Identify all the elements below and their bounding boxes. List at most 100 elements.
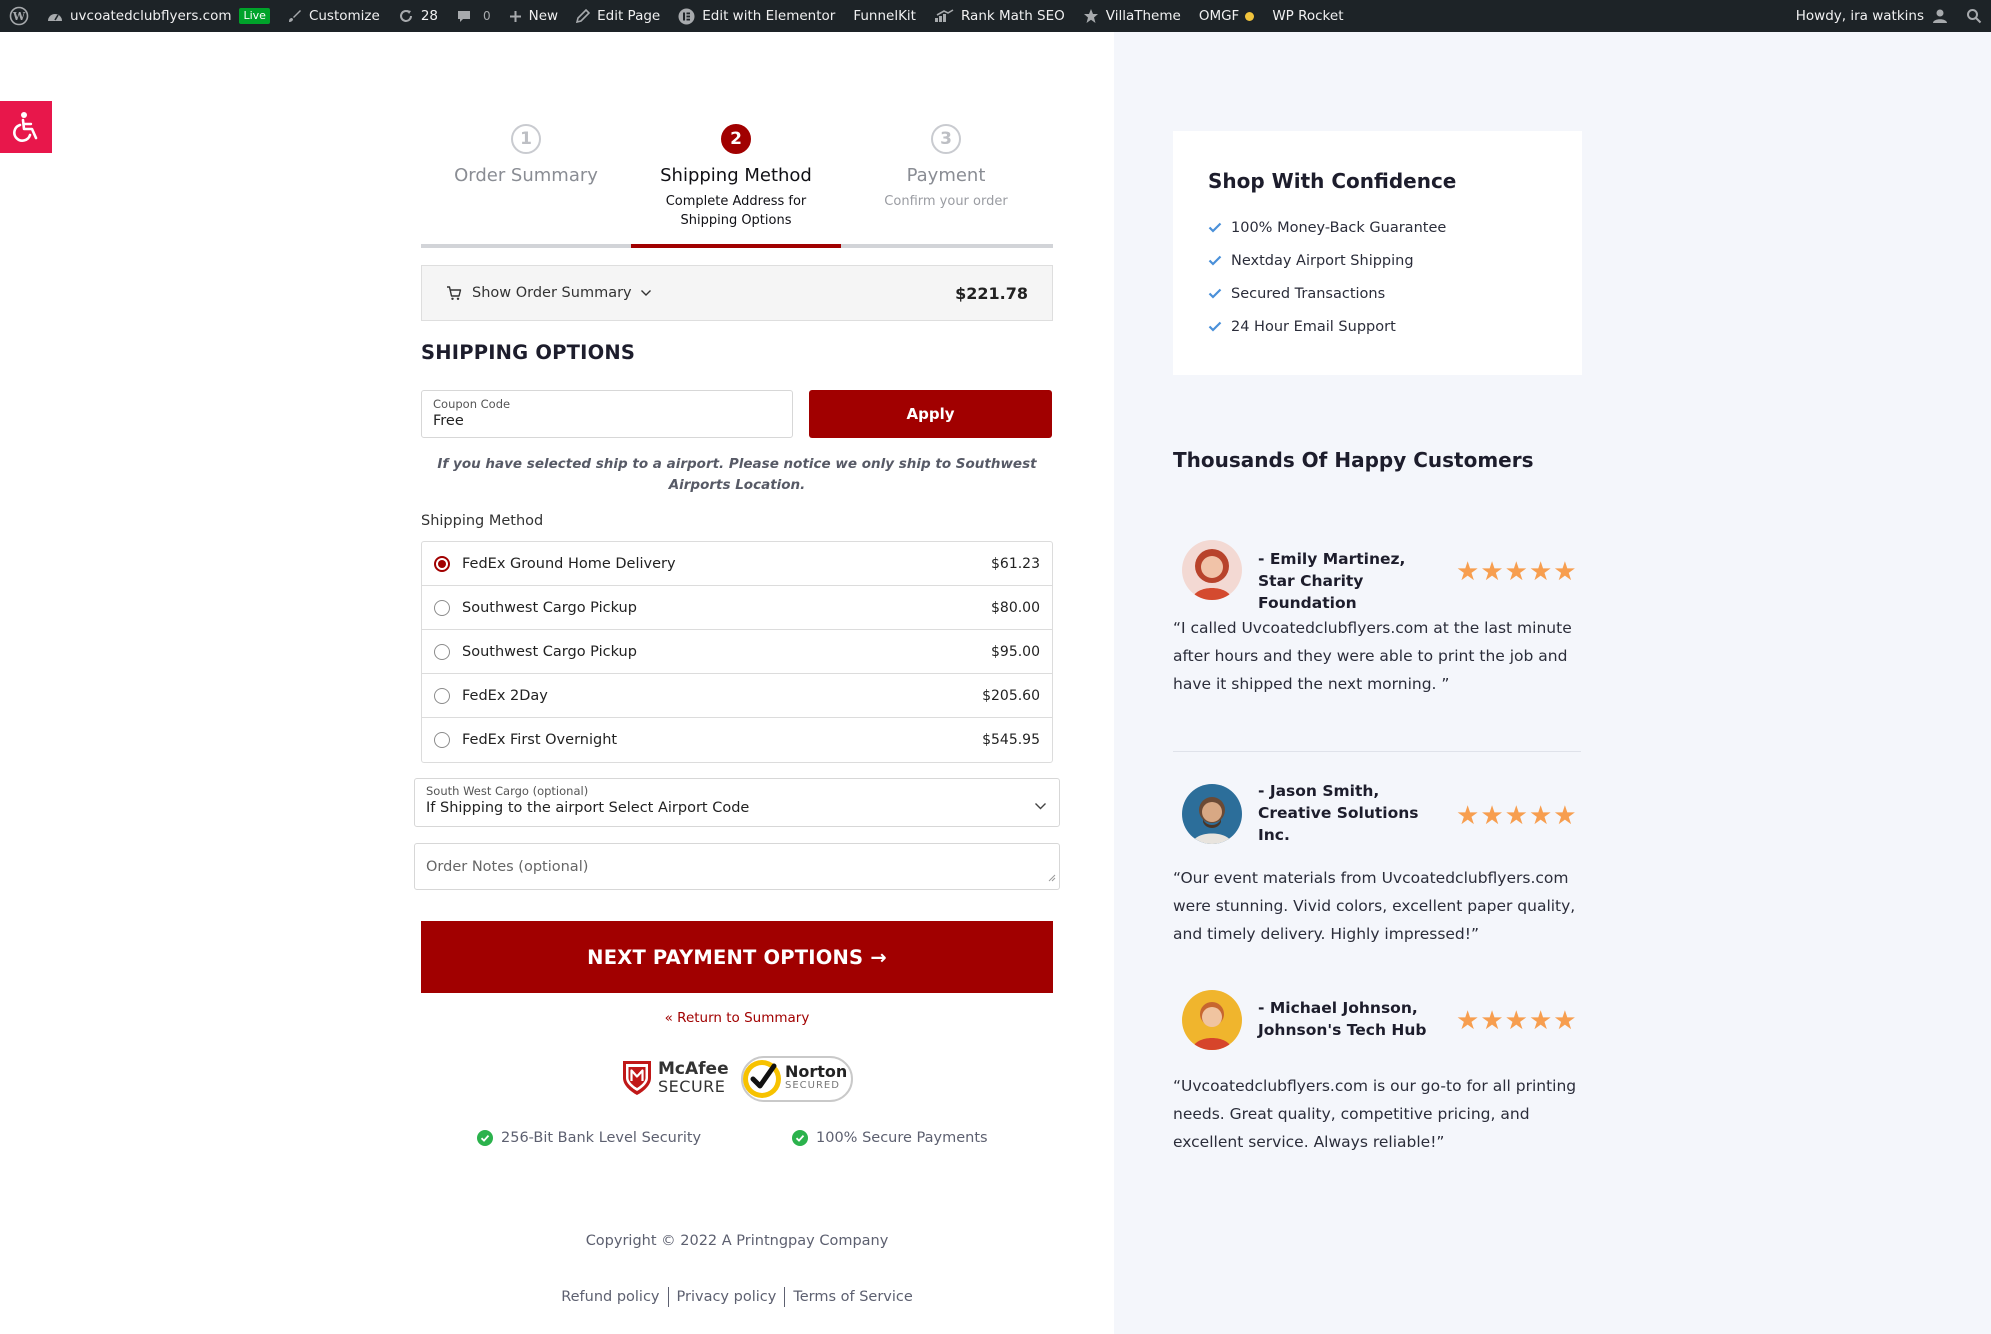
shipping-option-price: $95.00 bbox=[991, 643, 1040, 660]
shipping-option[interactable]: FedEx Ground Home Delivery $61.23 bbox=[422, 542, 1052, 586]
comment-icon bbox=[456, 9, 472, 24]
confidence-item-label: 24 Hour Email Support bbox=[1231, 318, 1396, 335]
confidence-item-label: Nextday Airport Shipping bbox=[1231, 252, 1414, 269]
villatheme-link[interactable]: VillaTheme bbox=[1074, 0, 1190, 32]
order-summary-toggle[interactable]: Show Order Summary $221.78 bbox=[421, 265, 1053, 321]
return-to-summary-link[interactable]: « Return to Summary bbox=[421, 1010, 1053, 1026]
radio-unselected[interactable] bbox=[434, 732, 450, 748]
step-shipping-method[interactable]: 2 Shipping Method Complete Address for S… bbox=[631, 124, 841, 230]
account-menu[interactable]: Howdy, ira watkins bbox=[1787, 0, 1957, 32]
site-name-menu[interactable]: uvcoatedclubflyers.com Live bbox=[38, 0, 279, 32]
paintbrush-icon bbox=[288, 9, 302, 23]
testimonial-card: - Emily Martinez, Star Charity Foundatio… bbox=[1173, 540, 1581, 698]
order-notes-textarea[interactable]: Order Notes (optional) bbox=[414, 843, 1060, 890]
testimonial-author: - Michael Johnson, Johnson's Tech Hub bbox=[1258, 999, 1427, 1039]
new-content-link[interactable]: New bbox=[500, 0, 567, 32]
norton-check-icon bbox=[743, 1060, 781, 1098]
elementor-link[interactable]: Edit with Elementor bbox=[669, 0, 844, 32]
airport-select-value: If Shipping to the airport Select Airpor… bbox=[426, 800, 750, 816]
howdy-label: Howdy, ira watkins bbox=[1795, 8, 1924, 24]
plus-icon bbox=[509, 10, 522, 23]
wp-rocket-link[interactable]: WP Rocket bbox=[1263, 0, 1352, 32]
shipping-option-name: FedEx First Overnight bbox=[462, 732, 618, 748]
rank-math-link[interactable]: Rank Math SEO bbox=[925, 0, 1074, 32]
omgf-link[interactable]: OMGF bbox=[1190, 0, 1264, 32]
radio-unselected[interactable] bbox=[434, 643, 450, 660]
admin-search-button[interactable] bbox=[1957, 0, 1991, 32]
checkmark-icon bbox=[1208, 222, 1222, 233]
edit-page-link[interactable]: Edit Page bbox=[567, 0, 669, 32]
funnelkit-link[interactable]: FunnelKit bbox=[844, 0, 925, 32]
chevron-down-icon bbox=[640, 289, 652, 297]
step-progress-bar bbox=[421, 244, 1053, 248]
step-subtitle: Complete Address for Shipping Options bbox=[665, 194, 807, 228]
step-order-summary[interactable]: 1 Order Summary bbox=[421, 124, 631, 186]
star-rating: ★ ★ ★ ★ ★ bbox=[1456, 1008, 1578, 1034]
star-icon: ★ bbox=[1528, 1006, 1553, 1036]
shipping-option-price: $80.00 bbox=[991, 599, 1040, 616]
step-title: Shipping Method bbox=[660, 165, 812, 186]
shop-with-confidence-card: Shop With Confidence 100% Money-Back Gua… bbox=[1173, 131, 1582, 375]
radio-selected[interactable] bbox=[434, 555, 450, 572]
norton-secured-badge: Norton SECURED bbox=[741, 1056, 853, 1102]
airport-select-label: South West Cargo (optional) bbox=[426, 784, 589, 798]
omgf-label: OMGF bbox=[1198, 8, 1240, 24]
step-title: Payment bbox=[906, 165, 986, 186]
resize-handle-icon[interactable] bbox=[1047, 870, 1056, 886]
elementor-icon bbox=[678, 8, 695, 25]
coupon-code-field[interactable]: Coupon Code Free bbox=[421, 390, 793, 438]
link-divider bbox=[667, 1287, 669, 1307]
terms-of-service-link[interactable]: Terms of Service bbox=[793, 1289, 912, 1305]
shipping-option[interactable]: FedEx 2Day $205.60 bbox=[422, 674, 1052, 718]
star-icon: ★ bbox=[1528, 557, 1553, 587]
customize-link[interactable]: Customize bbox=[279, 0, 389, 32]
next-payment-button[interactable]: NEXT PAYMENT OPTIONS → bbox=[421, 921, 1053, 993]
radio-unselected[interactable] bbox=[434, 687, 450, 704]
coupon-label: Coupon Code bbox=[433, 397, 511, 411]
star-icon: ★ bbox=[1480, 557, 1504, 587]
privacy-policy-link[interactable]: Privacy policy bbox=[677, 1289, 777, 1305]
refund-policy-link[interactable]: Refund policy bbox=[561, 1289, 659, 1305]
star-icon: ★ bbox=[1480, 1006, 1504, 1036]
shipping-option[interactable]: Southwest Cargo Pickup $95.00 bbox=[422, 630, 1052, 674]
checkmark-icon bbox=[1208, 321, 1222, 332]
confidence-title: Shop With Confidence bbox=[1208, 169, 1457, 193]
order-summary-label: Show Order Summary bbox=[472, 285, 632, 301]
star-icon: ★ bbox=[1456, 1006, 1480, 1036]
star-icon: ★ bbox=[1456, 557, 1480, 587]
testimonials-heading: Thousands Of Happy Customers bbox=[1173, 448, 1534, 472]
confidence-item-label: Secured Transactions bbox=[1231, 285, 1386, 302]
copyright: Copyright © 2022 A Printngpay Company bbox=[585, 1233, 889, 1249]
shipping-option[interactable]: Southwest Cargo Pickup $80.00 bbox=[422, 586, 1052, 630]
testimonial-quote: “Uvcoatedclubflyers.com is our go-to for… bbox=[1173, 1077, 1577, 1151]
star-icon: ★ bbox=[1504, 801, 1528, 831]
elementor-label: Edit with Elementor bbox=[702, 8, 836, 24]
star-icon: ★ bbox=[1528, 801, 1553, 831]
step-payment[interactable]: 3 Payment Confirm your order bbox=[841, 124, 1051, 211]
radio-unselected[interactable] bbox=[434, 599, 450, 616]
testimonial-author: - Jason Smith, Creative Solutions Inc. bbox=[1258, 782, 1419, 844]
wp-rocket-label: WP Rocket bbox=[1272, 8, 1344, 24]
accessibility-button[interactable] bbox=[0, 101, 52, 153]
bank-level-security: 256-Bit Bank Level Security bbox=[477, 1130, 701, 1146]
shipping-options-heading: SHIPPING OPTIONS bbox=[421, 341, 636, 364]
green-check-icon bbox=[477, 1130, 493, 1146]
wheelchair-icon bbox=[13, 112, 38, 142]
shipping-option-price: $61.23 bbox=[991, 555, 1040, 572]
checkmark-icon bbox=[1208, 288, 1222, 299]
wordpress-logo-icon[interactable]: W bbox=[0, 0, 38, 32]
confidence-list: 100% Money-Back Guarantee Nextday Airpor… bbox=[1208, 211, 1547, 343]
airport-code-select[interactable]: South West Cargo (optional) If Shipping … bbox=[414, 778, 1060, 827]
confidence-item: Nextday Airport Shipping bbox=[1208, 244, 1547, 277]
testimonial-card: - Jason Smith, Creative Solutions Inc. ★… bbox=[1173, 782, 1581, 948]
updates-link[interactable]: 28 bbox=[389, 0, 447, 32]
confidence-item: Secured Transactions bbox=[1208, 277, 1547, 310]
star-icon: ★ bbox=[1504, 1006, 1528, 1036]
comments-link[interactable]: 0 bbox=[447, 0, 500, 32]
star-icon: ★ bbox=[1456, 801, 1480, 831]
new-label: New bbox=[528, 8, 559, 24]
shipping-option[interactable]: FedEx First Overnight $545.95 bbox=[422, 718, 1052, 762]
apply-coupon-button[interactable]: Apply bbox=[809, 390, 1052, 438]
shipping-option-name: Southwest Cargo Pickup bbox=[462, 643, 637, 660]
villatheme-label: VillaTheme bbox=[1105, 8, 1181, 24]
